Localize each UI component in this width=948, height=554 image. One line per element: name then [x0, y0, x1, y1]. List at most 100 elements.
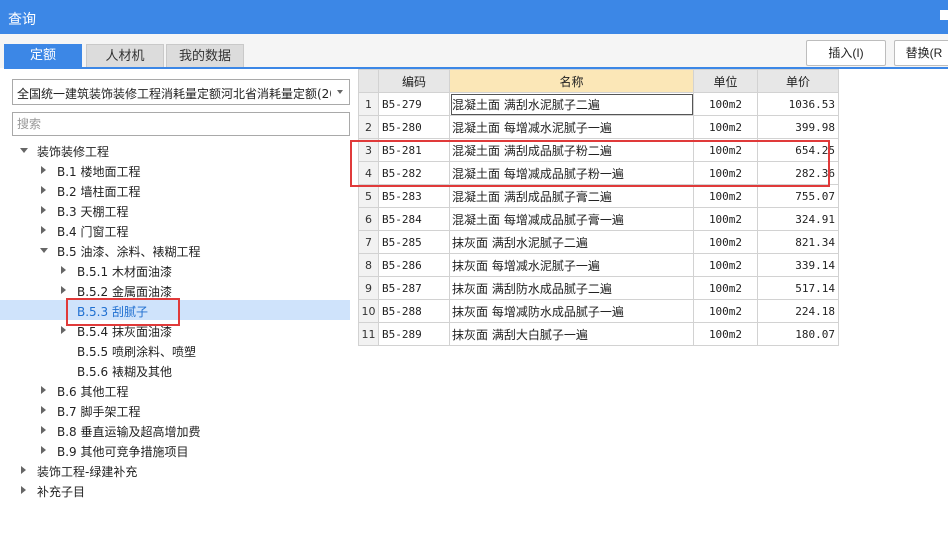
table-row[interactable]: 8 B5-286 抹灰面 每增减水泥腻子一遍 100m2 339.14 [358, 253, 839, 277]
column-header-code[interactable]: 编码 [378, 69, 450, 93]
cell-code[interactable]: B5-281 [378, 138, 450, 162]
replace-button[interactable]: 替换(R [894, 40, 948, 66]
cell-price[interactable]: 517.14 [757, 276, 839, 300]
tree-node[interactable]: B.7 脚手架工程 [0, 400, 350, 420]
tree-node[interactable]: B.5.3 刮腻子 [0, 300, 350, 320]
tree-node[interactable]: B.5.6 裱糊及其他 [0, 360, 350, 380]
tab-labor-material-machine[interactable]: 人材机 [86, 44, 164, 68]
tree-node[interactable]: B.6 其他工程 [0, 380, 350, 400]
cell-price[interactable]: 224.18 [757, 299, 839, 323]
row-number[interactable]: 9 [358, 276, 379, 300]
row-number[interactable]: 1 [358, 92, 379, 116]
cell-code[interactable]: B5-283 [378, 184, 450, 208]
row-number[interactable]: 7 [358, 230, 379, 254]
cell-code[interactable]: B5-282 [378, 161, 450, 185]
tree-node[interactable]: B.2 墙柱面工程 [0, 180, 350, 200]
row-number[interactable]: 3 [358, 138, 379, 162]
table-row[interactable]: 7 B5-285 抹灰面 满刮水泥腻子二遍 100m2 821.34 [358, 230, 839, 254]
tree-node[interactable]: 装饰装修工程 [0, 140, 350, 160]
tab-my-data[interactable]: 我的数据 [166, 44, 244, 68]
caret-right-icon[interactable] [61, 266, 66, 274]
tree-node[interactable]: B.3 天棚工程 [0, 200, 350, 220]
cell-price[interactable]: 654.25 [757, 138, 839, 162]
table-row[interactable]: 11 B5-289 抹灰面 满刮大白腻子一遍 100m2 180.07 [358, 322, 839, 346]
tab-quota[interactable]: 定额 [4, 44, 82, 68]
cell-code[interactable]: B5-288 [378, 299, 450, 323]
cell-name[interactable]: 混凝土面 每增减成品腻子膏一遍 [449, 207, 694, 231]
caret-right-icon[interactable] [61, 286, 66, 294]
cell-code[interactable]: B5-289 [378, 322, 450, 346]
cell-name[interactable]: 混凝土面 满刮水泥腻子二遍 [449, 92, 694, 116]
tree-node[interactable]: 补充子目 [0, 480, 350, 500]
cell-unit[interactable]: 100m2 [693, 253, 758, 277]
caret-right-icon[interactable] [41, 446, 46, 454]
caret-right-icon[interactable] [21, 486, 26, 494]
cell-price[interactable]: 324.91 [757, 207, 839, 231]
cell-name[interactable]: 混凝土面 满刮成品腻子粉二遍 [449, 138, 694, 162]
cell-unit[interactable]: 100m2 [693, 115, 758, 139]
caret-right-icon[interactable] [41, 406, 46, 414]
caret-right-icon[interactable] [41, 166, 46, 174]
insert-button[interactable]: 插入(I) [806, 40, 886, 66]
cell-price[interactable]: 399.98 [757, 115, 839, 139]
column-header-name[interactable]: 名称 [449, 69, 694, 93]
caret-right-icon[interactable] [41, 226, 46, 234]
table-row[interactable]: 10 B5-288 抹灰面 每增减防水成品腻子一遍 100m2 224.18 [358, 299, 839, 323]
cell-name[interactable]: 抹灰面 每增减防水成品腻子一遍 [449, 299, 694, 323]
close-icon[interactable] [940, 10, 948, 20]
row-number[interactable]: 6 [358, 207, 379, 231]
cell-name[interactable]: 抹灰面 满刮防水成品腻子二遍 [449, 276, 694, 300]
cell-price[interactable]: 821.34 [757, 230, 839, 254]
table-row[interactable]: 1 B5-279 混凝土面 满刮水泥腻子二遍 100m2 1036.53 [358, 92, 839, 116]
quota-library-select[interactable]: 全国统一建筑装饰装修工程消耗量定额河北省消耗量定额(20 [12, 79, 350, 105]
cell-code[interactable]: B5-284 [378, 207, 450, 231]
table-row[interactable]: 9 B5-287 抹灰面 满刮防水成品腻子二遍 100m2 517.14 [358, 276, 839, 300]
table-row[interactable]: 5 B5-283 混凝土面 满刮成品腻子膏二遍 100m2 755.07 [358, 184, 839, 208]
column-header-unit[interactable]: 单位 [693, 69, 758, 93]
tree-node[interactable]: B.5.2 金属面油漆 [0, 280, 350, 300]
cell-unit[interactable]: 100m2 [693, 207, 758, 231]
cell-unit[interactable]: 100m2 [693, 184, 758, 208]
cell-name[interactable]: 混凝土面 每增减水泥腻子一遍 [449, 115, 694, 139]
cell-price[interactable]: 339.14 [757, 253, 839, 277]
cell-name[interactable]: 抹灰面 满刮水泥腻子二遍 [449, 230, 694, 254]
tree-node[interactable]: B.5.5 喷刷涂料、喷塑 [0, 340, 350, 360]
caret-right-icon[interactable] [41, 206, 46, 214]
tree-node[interactable]: B.9 其他可竞争措施项目 [0, 440, 350, 460]
tree-node[interactable]: B.5.1 木材面油漆 [0, 260, 350, 280]
cell-code[interactable]: B5-285 [378, 230, 450, 254]
cell-unit[interactable]: 100m2 [693, 138, 758, 162]
row-number[interactable]: 2 [358, 115, 379, 139]
caret-right-icon[interactable] [41, 186, 46, 194]
row-number[interactable]: 11 [358, 322, 379, 346]
cell-name[interactable]: 混凝土面 每增减成品腻子粉一遍 [449, 161, 694, 185]
column-header-price[interactable]: 单价 [757, 69, 839, 93]
caret-right-icon[interactable] [21, 466, 26, 474]
caret-right-icon[interactable] [61, 326, 66, 334]
cell-name[interactable]: 抹灰面 每增减水泥腻子一遍 [449, 253, 694, 277]
cell-code[interactable]: B5-279 [378, 92, 450, 116]
tree-node[interactable]: B.5 油漆、涂料、裱糊工程 [0, 240, 350, 260]
tree-node[interactable]: B.1 楼地面工程 [0, 160, 350, 180]
row-number[interactable]: 4 [358, 161, 379, 185]
row-number[interactable]: 8 [358, 253, 379, 277]
table-row[interactable]: 3 B5-281 混凝土面 满刮成品腻子粉二遍 100m2 654.25 [358, 138, 839, 162]
caret-right-icon[interactable] [41, 426, 46, 434]
caret-down-icon[interactable] [20, 148, 28, 153]
cell-unit[interactable]: 100m2 [693, 276, 758, 300]
cell-price[interactable]: 282.36 [757, 161, 839, 185]
cell-code[interactable]: B5-286 [378, 253, 450, 277]
tree-node[interactable]: B.4 门窗工程 [0, 220, 350, 240]
cell-unit[interactable]: 100m2 [693, 230, 758, 254]
table-row[interactable]: 6 B5-284 混凝土面 每增减成品腻子膏一遍 100m2 324.91 [358, 207, 839, 231]
cell-code[interactable]: B5-287 [378, 276, 450, 300]
cell-name[interactable]: 混凝土面 满刮成品腻子膏二遍 [449, 184, 694, 208]
tree-node[interactable]: B.5.4 抹灰面油漆 [0, 320, 350, 340]
cell-name[interactable]: 抹灰面 满刮大白腻子一遍 [449, 322, 694, 346]
cell-unit[interactable]: 100m2 [693, 92, 758, 116]
row-number[interactable]: 5 [358, 184, 379, 208]
cell-price[interactable]: 1036.53 [757, 92, 839, 116]
caret-right-icon[interactable] [41, 386, 46, 394]
tree-node[interactable]: 装饰工程-绿建补充 [0, 460, 350, 480]
row-number[interactable]: 10 [358, 299, 379, 323]
